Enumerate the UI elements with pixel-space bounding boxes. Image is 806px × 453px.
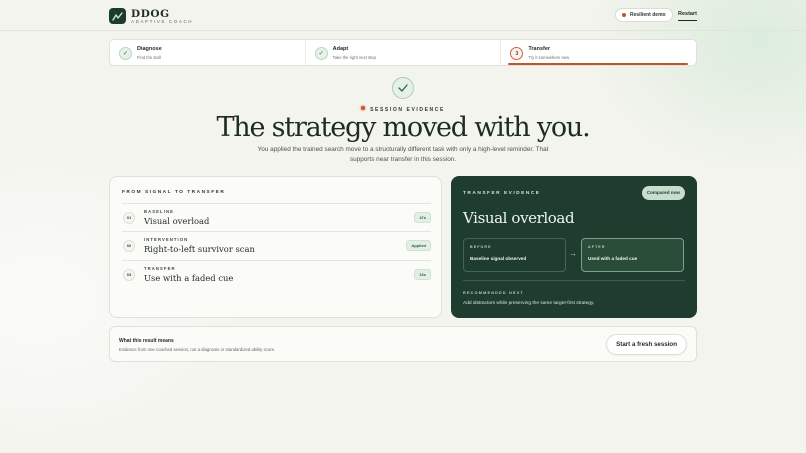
- resilient-demo-button[interactable]: Resilient demo: [615, 8, 673, 22]
- meaning-title: What this result means: [119, 338, 174, 344]
- timeline-row: 03 TRANSFER Use with a faded cue 16s: [122, 260, 431, 288]
- row-number: 03: [123, 269, 135, 281]
- after-box: AFTER Used with a faded cue: [581, 238, 684, 272]
- step-transfer[interactable]: 3 Transfer Try it somewhere new: [501, 40, 696, 65]
- start-fresh-session-button[interactable]: Start a fresh session: [606, 334, 687, 355]
- signal-to-transfer-card: FROM SIGNAL TO TRANSFER 01 BASELINE Visu…: [109, 176, 442, 318]
- step-desc: Find the stall: [137, 55, 161, 60]
- recommended-kicker: RECOMMENDED NEXT: [463, 291, 524, 295]
- restart-button[interactable]: Restart: [678, 11, 697, 21]
- check-icon: ✓: [119, 47, 132, 60]
- logo-mark-icon[interactable]: [109, 8, 126, 24]
- recommended-text: Add distractors while preserving the sam…: [463, 301, 595, 306]
- step-diagnose[interactable]: ✓ Diagnose Find the stall: [110, 40, 306, 65]
- row-badge: Applied: [406, 240, 431, 251]
- step-progress-bar: [508, 63, 689, 65]
- step-title: Transfer: [528, 46, 551, 52]
- row-number: 02: [123, 240, 135, 252]
- compared-now-button[interactable]: Compared now: [641, 186, 685, 200]
- brand-subtitle: ADAPTIVE COACH: [131, 19, 194, 24]
- meaning-desc: Evidence from one coached session, not a…: [119, 347, 276, 352]
- card-label: FROM SIGNAL TO TRANSFER: [122, 190, 226, 195]
- app-header: DDOG ADAPTIVE COACH Resilient demo Resta…: [109, 8, 697, 32]
- hero-subtitle: You applied the trained search move to a…: [257, 146, 549, 163]
- status-dot-icon: [361, 106, 366, 110]
- step-title: Diagnose: [137, 46, 162, 52]
- row-value: Right-to-left survivor scan: [144, 244, 255, 254]
- step-desc: Take the right next step: [332, 55, 376, 60]
- step-title: Adapt: [332, 46, 349, 52]
- status-dot-icon: [622, 13, 626, 17]
- hero-title: The strategy moved with you.: [216, 112, 590, 143]
- step-desc: Try it somewhere new: [528, 55, 570, 60]
- row-value: Use with a faded cue: [144, 273, 234, 283]
- card-label: TRANSFER EVIDENCE: [463, 191, 541, 196]
- progress-stepper: ✓ Diagnose Find the stall ✓ Adapt Take t…: [109, 39, 697, 66]
- transfer-evidence-card: TRANSFER EVIDENCE Compared now Visual ov…: [451, 176, 697, 318]
- arrow-right-icon: →: [569, 249, 577, 258]
- evidence-title: Visual overload: [463, 209, 575, 227]
- after-value: Used with a faded cue: [588, 256, 638, 261]
- before-box: BEFORE Baseline signal observed: [463, 238, 566, 272]
- success-check-icon: [392, 77, 414, 99]
- row-kicker: TRANSFER: [144, 266, 176, 271]
- row-kicker: BASELINE: [144, 209, 174, 214]
- row-badge: 16s: [414, 269, 431, 280]
- demo-label: Resilient demo: [630, 12, 666, 18]
- step-adapt[interactable]: ✓ Adapt Take the right next step: [306, 40, 502, 65]
- result-meaning-card: What this result means Evidence from one…: [109, 326, 697, 362]
- row-number: 01: [123, 212, 135, 224]
- after-kicker: AFTER: [588, 245, 606, 249]
- row-kicker: INTERVENTION: [144, 237, 189, 242]
- header-divider: [0, 30, 806, 31]
- check-icon: ✓: [314, 47, 328, 60]
- row-value: Visual overload: [144, 216, 210, 226]
- before-kicker: BEFORE: [470, 245, 492, 249]
- row-badge: 47s: [414, 212, 431, 223]
- step-number: 3: [510, 47, 524, 60]
- timeline-row: 01 BASELINE Visual overload 47s: [122, 203, 431, 231]
- divider: [463, 280, 685, 281]
- timeline-row: 02 INTERVENTION Right-to-left survivor s…: [122, 231, 431, 259]
- before-value: Baseline signal observed: [470, 256, 527, 261]
